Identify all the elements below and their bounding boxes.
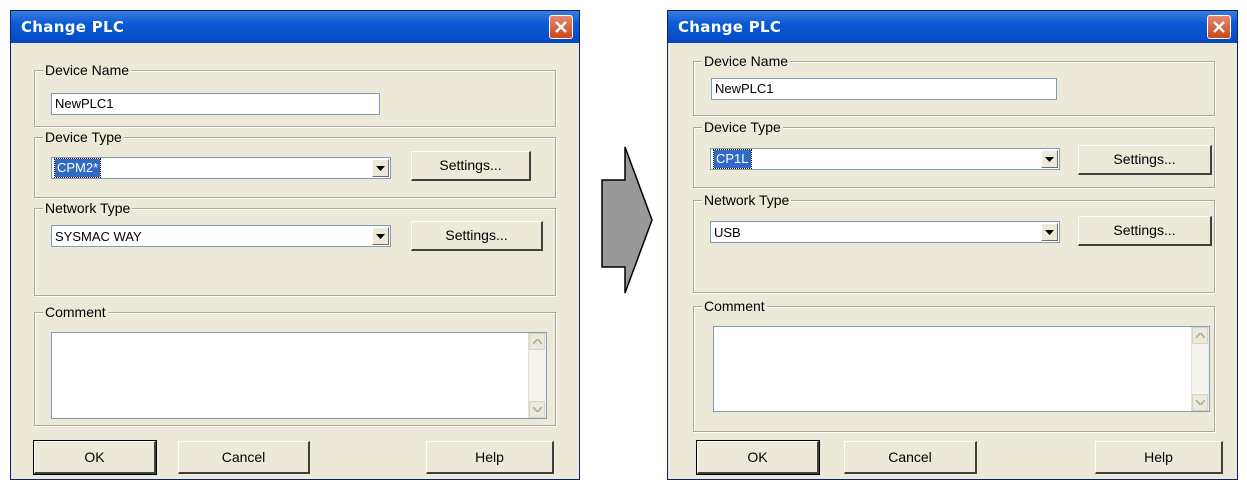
- chevron-down-icon: [376, 166, 385, 171]
- network-type-dropdown-button[interactable]: [1041, 223, 1058, 241]
- device-name-label: Device Name: [43, 61, 132, 79]
- comment-group: Comment: [34, 303, 556, 426]
- help-button-label: Help: [475, 449, 504, 465]
- settings-button-label: Settings...: [439, 157, 502, 173]
- scroll-up-button[interactable]: [1192, 327, 1208, 344]
- chevron-down-icon: [1045, 230, 1054, 235]
- change-plc-dialog-before: Change PLC Device Name NewPLC1 Device Ty…: [10, 10, 580, 480]
- network-type-settings-button[interactable]: Settings...: [411, 221, 543, 251]
- chevron-up-icon: [533, 339, 542, 344]
- chevron-down-icon: [1045, 157, 1054, 162]
- help-button[interactable]: Help: [426, 441, 554, 474]
- comment-label: Comment: [702, 297, 767, 315]
- ok-button-label: OK: [84, 449, 105, 465]
- comment-scrollbar[interactable]: [528, 333, 546, 418]
- settings-button-label: Settings...: [1113, 222, 1176, 238]
- chevron-down-icon: [1196, 400, 1205, 405]
- device-type-selected-value: CPM2*: [53, 158, 102, 178]
- device-name-group: Device Name NewPLC1: [693, 52, 1215, 116]
- device-type-dropdown-button[interactable]: [1041, 150, 1058, 168]
- network-type-selected-value: USB: [714, 225, 741, 240]
- device-type-selected-value: CP1L: [713, 149, 752, 169]
- settings-button-label: Settings...: [445, 227, 508, 243]
- comment-scrollbar[interactable]: [1191, 327, 1209, 411]
- chevron-down-icon: [376, 234, 385, 239]
- dialog-title: Change PLC: [21, 18, 125, 36]
- close-icon: [1213, 21, 1225, 33]
- network-type-settings-button[interactable]: Settings...: [1078, 216, 1212, 246]
- change-plc-dialog-after: Change PLC Device Name NewPLC1 Device Ty…: [667, 10, 1238, 480]
- help-button-label: Help: [1144, 449, 1173, 465]
- device-type-label: Device Type: [43, 128, 124, 146]
- help-button[interactable]: Help: [1095, 441, 1223, 474]
- network-type-select[interactable]: SYSMAC WAY: [51, 225, 391, 247]
- network-type-label: Network Type: [702, 191, 792, 209]
- close-button[interactable]: [1207, 15, 1231, 39]
- cancel-button-label: Cancel: [221, 449, 266, 465]
- device-name-label: Device Name: [702, 52, 791, 70]
- scroll-up-button[interactable]: [529, 333, 545, 350]
- network-type-group: Network Type SYSMAC WAY Settings...: [34, 199, 556, 296]
- device-type-settings-button[interactable]: Settings...: [411, 151, 531, 181]
- device-type-select[interactable]: CPM2*: [51, 157, 391, 179]
- ok-button[interactable]: OK: [33, 440, 157, 475]
- title-bar[interactable]: Change PLC: [668, 11, 1237, 43]
- settings-button-label: Settings...: [1113, 151, 1176, 167]
- device-name-input[interactable]: NewPLC1: [711, 78, 1057, 100]
- close-icon: [555, 21, 567, 33]
- device-type-dropdown-button[interactable]: [372, 159, 389, 177]
- chevron-down-icon: [533, 407, 542, 412]
- device-type-group: Device Type CP1L Settings...: [693, 118, 1215, 188]
- close-button[interactable]: [549, 15, 573, 39]
- device-name-input[interactable]: NewPLC1: [51, 93, 380, 115]
- device-type-group: Device Type CPM2* Settings...: [34, 128, 556, 198]
- device-name-group: Device Name NewPLC1: [34, 61, 556, 127]
- cancel-button[interactable]: Cancel: [178, 441, 310, 474]
- network-type-label: Network Type: [43, 199, 133, 217]
- ok-button[interactable]: OK: [696, 440, 820, 475]
- ok-button-label: OK: [747, 449, 768, 465]
- network-type-selected-value: SYSMAC WAY: [55, 229, 142, 244]
- transition-arrow: [601, 146, 653, 294]
- device-type-select[interactable]: CP1L: [710, 148, 1060, 170]
- network-type-group: Network Type USB Settings...: [693, 191, 1215, 293]
- cancel-button[interactable]: Cancel: [844, 441, 977, 474]
- network-type-select[interactable]: USB: [710, 221, 1060, 243]
- dialog-title: Change PLC: [678, 18, 782, 36]
- comment-textarea[interactable]: [51, 332, 547, 419]
- comment-group: Comment: [693, 297, 1215, 432]
- scroll-down-button[interactable]: [529, 401, 545, 418]
- cancel-button-label: Cancel: [888, 449, 932, 465]
- device-type-settings-button[interactable]: Settings...: [1078, 145, 1212, 175]
- title-bar[interactable]: Change PLC: [11, 11, 579, 43]
- comment-label: Comment: [43, 303, 108, 321]
- scroll-down-button[interactable]: [1192, 394, 1208, 411]
- device-type-label: Device Type: [702, 118, 783, 136]
- comment-textarea[interactable]: [713, 326, 1210, 412]
- chevron-up-icon: [1196, 333, 1205, 338]
- network-type-dropdown-button[interactable]: [372, 227, 389, 245]
